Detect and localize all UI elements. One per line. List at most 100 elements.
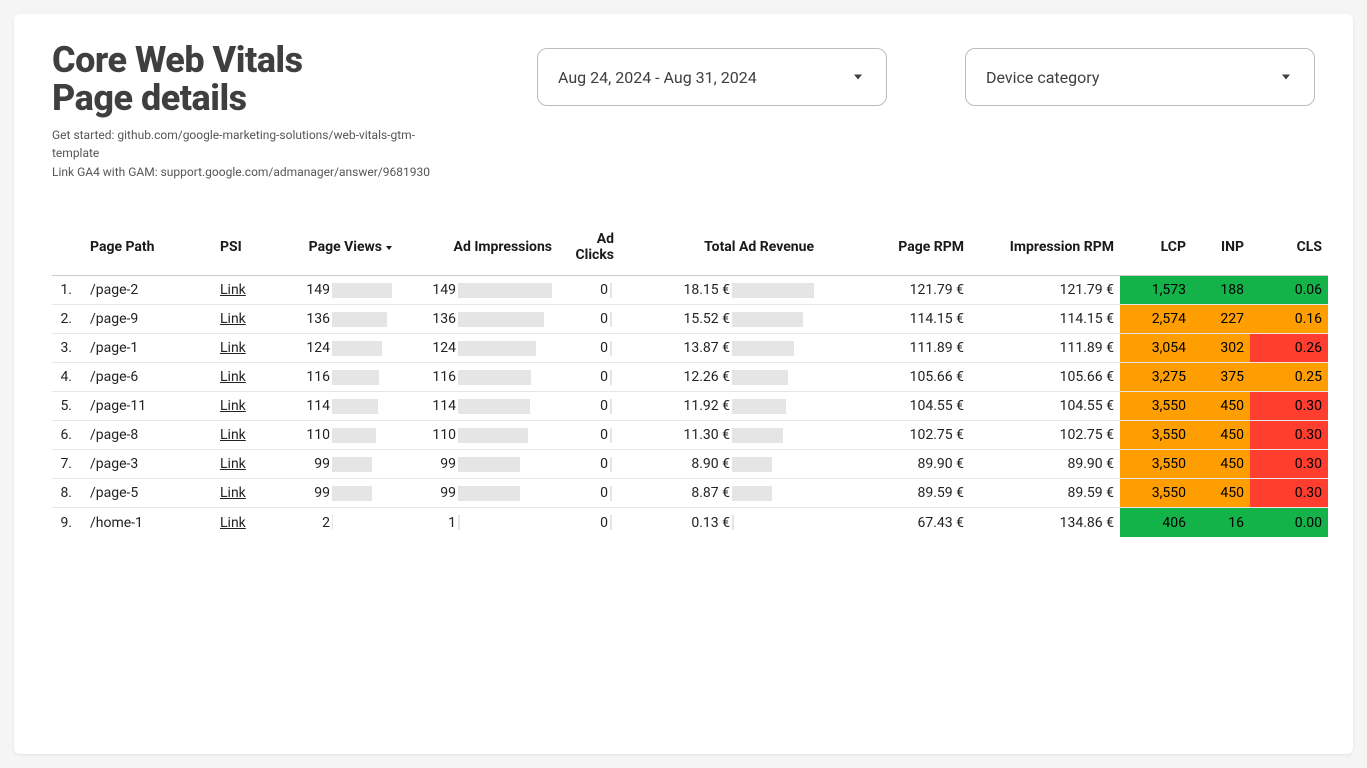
table-row: 4./page-6Link116116012.26 €105.66 €105.6…: [52, 363, 1328, 392]
psi-link[interactable]: Link: [220, 282, 246, 298]
psi-link[interactable]: Link: [220, 340, 246, 356]
device-category-label: Device category: [986, 68, 1099, 87]
date-range-dropdown[interactable]: Aug 24, 2024 - Aug 31, 2024: [537, 48, 887, 106]
cell-total-ad-revenue: 18.15 €: [620, 276, 820, 305]
col-page-views[interactable]: Page Views: [270, 225, 398, 276]
row-index: 4.: [52, 363, 84, 392]
cell-page-views: 124: [270, 334, 398, 363]
cell-lcp: 3,550: [1120, 450, 1192, 479]
cell-ad-clicks: 0: [558, 450, 620, 479]
cell-inp: 450: [1192, 479, 1250, 508]
report-card: Core Web Vitals Page details Get started…: [14, 14, 1353, 754]
cell-ad-clicks: 0: [558, 479, 620, 508]
cell-inp: 227: [1192, 305, 1250, 334]
cell-page-path: /page-8: [84, 421, 214, 450]
col-inp[interactable]: INP: [1192, 225, 1250, 276]
cell-lcp: 3,054: [1120, 334, 1192, 363]
cell-lcp: 3,550: [1120, 479, 1192, 508]
cell-cls: 0.30: [1250, 392, 1328, 421]
cell-page-rpm: 67.43 €: [820, 508, 970, 537]
date-range-label: Aug 24, 2024 - Aug 31, 2024: [558, 68, 757, 87]
col-total-ad-revenue[interactable]: Total Ad Revenue: [620, 225, 820, 276]
cell-lcp: 406: [1120, 508, 1192, 537]
cell-impression-rpm: 104.55 €: [970, 392, 1120, 421]
psi-link[interactable]: Link: [220, 515, 246, 531]
cell-total-ad-revenue: 8.90 €: [620, 450, 820, 479]
cell-lcp: 3,550: [1120, 392, 1192, 421]
title-line-1: Core Web Vitals: [52, 39, 303, 81]
cell-ad-impressions: 136: [398, 305, 558, 334]
cell-inp: 375: [1192, 363, 1250, 392]
cell-inp: 450: [1192, 392, 1250, 421]
col-page-path[interactable]: Page Path: [84, 225, 214, 276]
table-row: 2./page-9Link136136015.52 €114.15 €114.1…: [52, 305, 1328, 334]
cell-page-rpm: 111.89 €: [820, 334, 970, 363]
cell-impression-rpm: 121.79 €: [970, 276, 1120, 305]
cell-cls: 0.16: [1250, 305, 1328, 334]
col-ad-impressions[interactable]: Ad Impressions: [398, 225, 558, 276]
cell-psi: Link: [214, 363, 270, 392]
row-index: 6.: [52, 421, 84, 450]
cell-page-views: 99: [270, 479, 398, 508]
cell-ad-impressions: 99: [398, 479, 558, 508]
cell-psi: Link: [214, 479, 270, 508]
cell-cls: 0.30: [1250, 450, 1328, 479]
cell-cls: 0.06: [1250, 276, 1328, 305]
page-title: Core Web Vitals Page details: [52, 42, 442, 118]
cell-ad-clicks: 0: [558, 363, 620, 392]
cell-total-ad-revenue: 11.30 €: [620, 421, 820, 450]
psi-link[interactable]: Link: [220, 369, 246, 385]
cell-cls: 0.30: [1250, 421, 1328, 450]
row-index: 3.: [52, 334, 84, 363]
cell-page-rpm: 105.66 €: [820, 363, 970, 392]
cell-total-ad-revenue: 15.52 €: [620, 305, 820, 334]
cell-inp: 16: [1192, 508, 1250, 537]
cell-psi: Link: [214, 508, 270, 537]
col-ad-clicks[interactable]: Ad Clicks: [558, 225, 620, 276]
cell-ad-clicks: 0: [558, 305, 620, 334]
details-table: Page Path PSI Page Views Ad Impressions …: [52, 225, 1315, 537]
cell-total-ad-revenue: 13.87 €: [620, 334, 820, 363]
hint-get-started: Get started: github.com/google-marketing…: [52, 126, 442, 163]
cell-page-path: /page-6: [84, 363, 214, 392]
cell-psi: Link: [214, 305, 270, 334]
row-index: 9.: [52, 508, 84, 537]
col-lcp[interactable]: LCP: [1120, 225, 1192, 276]
cell-impression-rpm: 134.86 €: [970, 508, 1120, 537]
psi-link[interactable]: Link: [220, 311, 246, 327]
cell-page-views: 116: [270, 363, 398, 392]
cell-inp: 188: [1192, 276, 1250, 305]
cell-impression-rpm: 89.59 €: [970, 479, 1120, 508]
row-index: 7.: [52, 450, 84, 479]
cell-page-rpm: 104.55 €: [820, 392, 970, 421]
col-cls[interactable]: CLS: [1250, 225, 1328, 276]
cell-ad-clicks: 0: [558, 334, 620, 363]
table-row: 9./home-1Link2100.13 €67.43 €134.86 €406…: [52, 508, 1328, 537]
psi-link[interactable]: Link: [220, 456, 246, 472]
cell-ad-clicks: 0: [558, 421, 620, 450]
psi-link[interactable]: Link: [220, 427, 246, 443]
col-impression-rpm[interactable]: Impression RPM: [970, 225, 1120, 276]
table-row: 7./page-3Link999908.90 €89.90 €89.90 €3,…: [52, 450, 1328, 479]
chevron-down-icon: [1282, 75, 1290, 80]
row-index: 5.: [52, 392, 84, 421]
psi-link[interactable]: Link: [220, 485, 246, 501]
cell-cls: 0.30: [1250, 479, 1328, 508]
device-category-dropdown[interactable]: Device category: [965, 48, 1315, 106]
cell-page-path: /page-5: [84, 479, 214, 508]
cell-ad-impressions: 116: [398, 363, 558, 392]
psi-link[interactable]: Link: [220, 398, 246, 414]
cell-page-path: /page-3: [84, 450, 214, 479]
cell-inp: 450: [1192, 421, 1250, 450]
cell-impression-rpm: 111.89 €: [970, 334, 1120, 363]
cell-total-ad-revenue: 8.87 €: [620, 479, 820, 508]
col-page-rpm[interactable]: Page RPM: [820, 225, 970, 276]
cell-impression-rpm: 102.75 €: [970, 421, 1120, 450]
col-psi[interactable]: PSI: [214, 225, 270, 276]
cell-inp: 450: [1192, 450, 1250, 479]
cell-ad-impressions: 114: [398, 392, 558, 421]
chevron-down-icon: [854, 75, 862, 80]
cell-ad-impressions: 149: [398, 276, 558, 305]
sort-desc-icon: [386, 246, 392, 250]
cell-psi: Link: [214, 334, 270, 363]
